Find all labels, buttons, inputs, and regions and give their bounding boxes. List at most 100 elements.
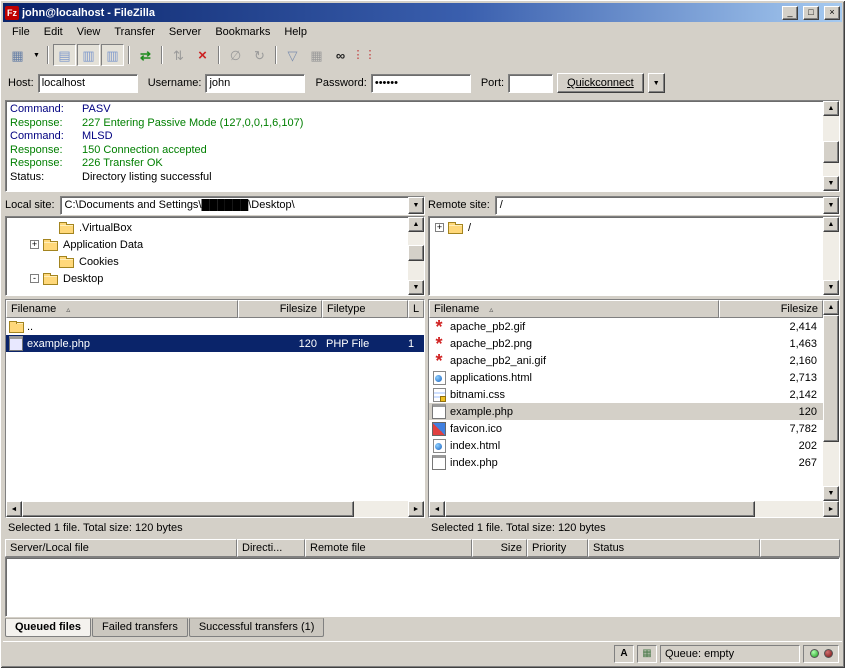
maximize-button[interactable]: □: [803, 6, 819, 20]
scroll-right-button[interactable]: ►: [408, 501, 424, 517]
remote-site-combobox[interactable]: / ▼: [495, 196, 840, 215]
password-input[interactable]: [371, 74, 471, 93]
local-tree-scrollbar[interactable]: ▲ ▼: [408, 217, 424, 295]
menu-view[interactable]: View: [70, 24, 108, 40]
log-scrollbar[interactable]: ▲ ▼: [823, 101, 839, 191]
host-input[interactable]: [38, 74, 138, 93]
scroll-down-button[interactable]: ▼: [823, 176, 839, 191]
scroll-left-button[interactable]: ◄: [429, 501, 445, 517]
site-manager-button[interactable]: ▦: [6, 44, 29, 66]
scroll-thumb[interactable]: [445, 501, 755, 517]
scroll-up-button[interactable]: ▲: [823, 300, 839, 315]
queue-column-direction[interactable]: Directi...: [237, 539, 305, 557]
scroll-thumb[interactable]: [408, 245, 424, 260]
remote-tree-toggle-button[interactable]: ▥: [101, 44, 124, 66]
scroll-track[interactable]: [408, 232, 424, 280]
local-site-combobox[interactable]: C:\Documents and Settings\██████\Desktop…: [60, 196, 425, 215]
scroll-down-button[interactable]: ▼: [823, 486, 839, 501]
menu-file[interactable]: File: [5, 24, 37, 40]
scroll-track[interactable]: [823, 232, 839, 280]
file-row[interactable]: apache_pb2.png 1,463: [429, 335, 823, 352]
combo-dropdown-button[interactable]: ▼: [408, 197, 424, 214]
queue-column-size[interactable]: Size: [472, 539, 527, 557]
file-row[interactable]: apache_pb2.gif 2,414: [429, 318, 823, 335]
file-row[interactable]: applications.html 2,713: [429, 369, 823, 386]
file-row[interactable]: index.php 267: [429, 454, 823, 471]
scroll-down-button[interactable]: ▼: [823, 280, 839, 295]
scroll-up-button[interactable]: ▲: [823, 101, 839, 116]
refresh-button[interactable]: ⇄: [134, 44, 157, 66]
file-row[interactable]: ..: [6, 318, 424, 335]
file-row-selected[interactable]: example.php 120: [429, 403, 823, 420]
column-header-filename[interactable]: Filename ▵: [6, 300, 238, 318]
tab-queued-files[interactable]: Queued files: [5, 618, 91, 637]
file-modified: 1: [408, 338, 424, 350]
scroll-track[interactable]: [823, 315, 839, 486]
local-tree-toggle-button[interactable]: ▥: [77, 44, 100, 66]
scroll-thumb[interactable]: [823, 315, 839, 442]
remote-list-hscrollbar[interactable]: ◄ ►: [429, 501, 839, 517]
tab-successful-transfers[interactable]: Successful transfers (1): [189, 618, 325, 637]
queue-list-area[interactable]: [5, 557, 840, 617]
title-bar[interactable]: Fz john@localhost - FileZilla _ □ ×: [3, 3, 842, 22]
cancel-button[interactable]: ×: [191, 44, 214, 66]
column-header-filename[interactable]: Filename ▵: [429, 300, 719, 318]
file-row[interactable]: favicon.ico 7,782: [429, 420, 823, 437]
quickconnect-button[interactable]: Quickconnect: [557, 73, 644, 93]
disconnect-button[interactable]: ∅: [224, 44, 247, 66]
file-row[interactable]: bitnami.css 2,142: [429, 386, 823, 403]
remote-list-scrollbar[interactable]: ▲ ▼: [823, 300, 839, 501]
file-row[interactable]: index.html 202: [429, 437, 823, 454]
menu-transfer[interactable]: Transfer: [107, 24, 162, 40]
quickconnect-dropdown-button[interactable]: ▼: [648, 73, 665, 93]
scroll-thumb[interactable]: [823, 141, 839, 163]
queue-column-status[interactable]: Status: [588, 539, 760, 557]
find-button[interactable]: ∞: [329, 44, 352, 66]
combo-dropdown-button[interactable]: ▼: [823, 197, 839, 214]
scroll-thumb[interactable]: [22, 501, 354, 517]
column-header-filesize[interactable]: Filesize: [238, 300, 322, 318]
port-input[interactable]: [508, 74, 553, 93]
file-row[interactable]: apache_pb2_ani.gif 2,160: [429, 352, 823, 369]
close-button[interactable]: ×: [824, 6, 840, 20]
queue-column-remote-file[interactable]: Remote file: [305, 539, 472, 557]
column-header-lastmodified[interactable]: L: [408, 300, 424, 318]
column-header-filesize[interactable]: Filesize: [719, 300, 823, 318]
tree-item[interactable]: .VirtualBox: [6, 219, 408, 236]
settings-button[interactable]: ⋮⋮: [353, 44, 376, 66]
tree-expander[interactable]: +: [435, 223, 444, 232]
scroll-track[interactable]: [445, 501, 823, 517]
compare-button[interactable]: ▦: [305, 44, 328, 66]
file-row-selected[interactable]: example.php 120 PHP File 1: [6, 335, 424, 352]
filter-button[interactable]: ▽: [281, 44, 304, 66]
remote-tree-scrollbar[interactable]: ▲ ▼: [823, 217, 839, 295]
scroll-track[interactable]: [823, 116, 839, 176]
tree-item[interactable]: - Desktop: [6, 270, 408, 287]
scroll-track[interactable]: [22, 501, 408, 517]
menu-edit[interactable]: Edit: [37, 24, 70, 40]
scroll-up-button[interactable]: ▲: [823, 217, 839, 232]
tree-item[interactable]: + Application Data: [6, 236, 408, 253]
scroll-right-button[interactable]: ►: [823, 501, 839, 517]
menu-bookmarks[interactable]: Bookmarks: [208, 24, 277, 40]
tab-failed-transfers[interactable]: Failed transfers: [92, 618, 188, 637]
tree-item[interactable]: Cookies: [6, 253, 408, 270]
column-header-filetype[interactable]: Filetype: [322, 300, 408, 318]
scroll-down-button[interactable]: ▼: [408, 280, 424, 295]
queue-column-priority[interactable]: Priority: [527, 539, 588, 557]
menu-server[interactable]: Server: [162, 24, 208, 40]
scroll-up-button[interactable]: ▲: [408, 217, 424, 232]
minimize-button[interactable]: _: [782, 6, 798, 20]
tree-expander[interactable]: +: [30, 240, 39, 249]
menu-help[interactable]: Help: [277, 24, 314, 40]
reconnect-button[interactable]: ↻: [248, 44, 271, 66]
tree-item[interactable]: + /: [429, 219, 823, 236]
queue-column-server-local-file[interactable]: Server/Local file: [5, 539, 237, 557]
message-log-toggle-button[interactable]: ▤: [53, 44, 76, 66]
username-input[interactable]: [205, 74, 305, 93]
site-manager-dropdown-button[interactable]: ▼: [30, 44, 43, 66]
local-list-hscrollbar[interactable]: ◄ ►: [6, 501, 424, 517]
process-queue-button[interactable]: ⇅: [167, 44, 190, 66]
tree-expander[interactable]: -: [30, 274, 39, 283]
scroll-left-button[interactable]: ◄: [6, 501, 22, 517]
